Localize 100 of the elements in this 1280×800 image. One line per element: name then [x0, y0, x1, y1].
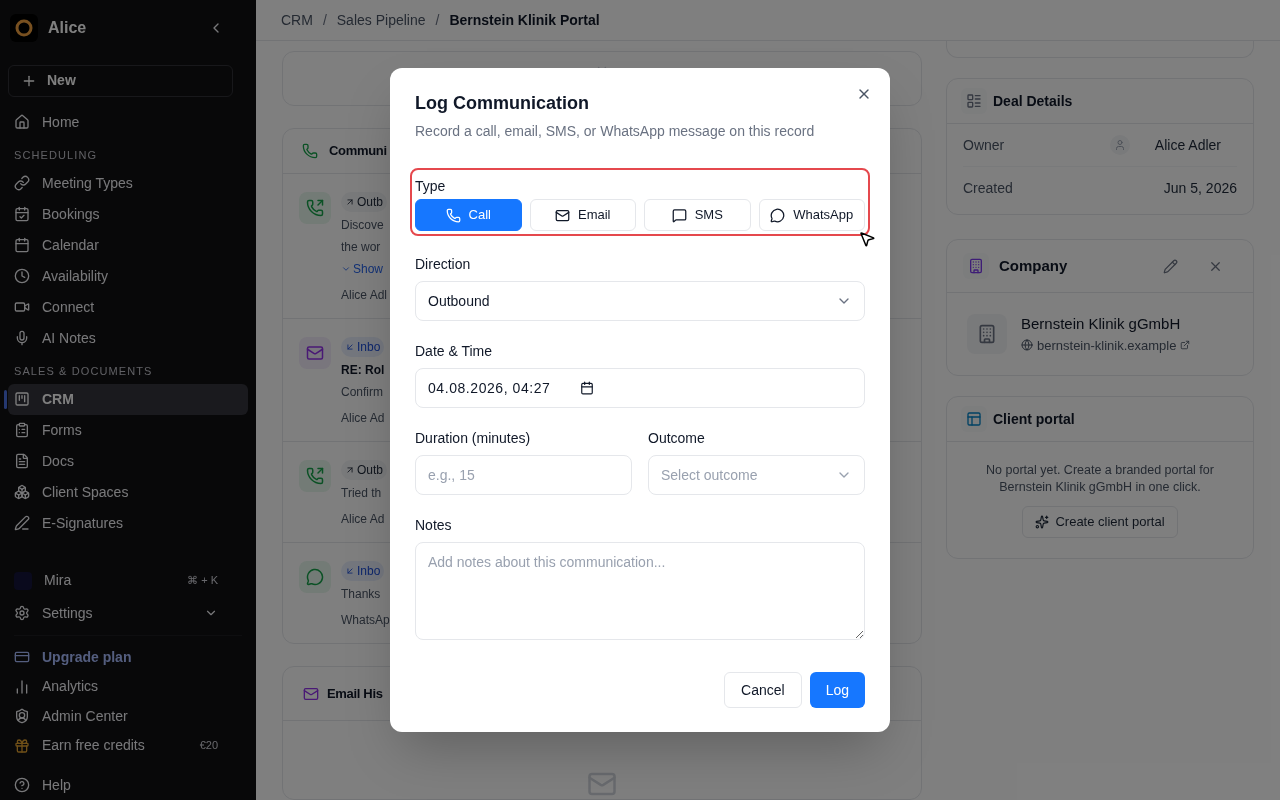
- breadcrumb-link[interactable]: CRM: [281, 9, 313, 31]
- notes-field[interactable]: Add notes about this communication...: [415, 542, 865, 640]
- card-title: Email His: [327, 684, 383, 703]
- phone-icon: [302, 143, 318, 159]
- empty-message: No portal yet. Create a branded portal for Bernstein Klinik gGmbH in one click.: [985, 462, 1215, 496]
- sidebar-item[interactable]: Client Spaces: [8, 476, 248, 508]
- entry-meta: Alice Ad: [341, 410, 385, 427]
- microphone-icon: [14, 330, 30, 347]
- kanban-icon: [14, 391, 30, 408]
- entry-text: Thanks: [341, 586, 382, 603]
- section-heading: SALES & DOCUMENTS: [13, 364, 154, 380]
- entry-text: Confirm: [341, 384, 384, 401]
- field-value: Jun 5, 2026: [1163, 179, 1237, 198]
- sparkle-icon: [1035, 515, 1050, 529]
- external-link-icon[interactable]: [1180, 340, 1191, 351]
- type-option[interactable]: Call: [415, 199, 522, 231]
- calendar-icon: [14, 237, 30, 254]
- website-link[interactable]: bernstein-klinik.example: [1037, 335, 1177, 355]
- chat-icon: [770, 207, 786, 223]
- credit-amount: €20: [199, 738, 218, 754]
- building-icon: [977, 324, 997, 344]
- entry-text: Discove: [341, 217, 385, 234]
- field-label: Date & Time: [415, 342, 494, 361]
- entry-text: the wor: [341, 239, 382, 256]
- card-title: Communi: [329, 142, 387, 161]
- entry-text: Tried th: [341, 485, 383, 502]
- workspace-name: Alice: [48, 17, 87, 38]
- calendar-check-icon: [14, 206, 30, 223]
- shortcut-hint: ⌘ + K: [187, 573, 218, 589]
- sidebar-item[interactable]: Meeting Types: [8, 167, 248, 199]
- sidebar-item[interactable]: Connect: [8, 291, 248, 323]
- breadcrumb-separator: /: [435, 10, 440, 30]
- phone-icon: [445, 207, 461, 223]
- sidebar-item[interactable]: Admin Center: [8, 701, 248, 731]
- link-icon: [14, 175, 30, 192]
- type-option[interactable]: Email: [529, 199, 636, 231]
- sidebar-item[interactable]: AI Notes: [8, 322, 248, 354]
- sidebar-item[interactable]: Home: [8, 106, 248, 138]
- sidebar-item[interactable]: Bookings: [8, 198, 248, 230]
- type-option[interactable]: SMS: [644, 199, 751, 231]
- edit-icon[interactable]: [1163, 258, 1178, 274]
- datetime-field[interactable]: 04.08.2026, 04:27: [415, 368, 865, 408]
- sidebar-item[interactable]: Settings: [8, 596, 248, 630]
- entry-title: RE: Rol: [341, 362, 385, 379]
- field-label: Owner: [963, 135, 1005, 155]
- mail-icon: [306, 344, 324, 362]
- field-value: Alice Adler: [1154, 135, 1221, 155]
- entry-meta: WhatsAp: [341, 612, 390, 629]
- log-button[interactable]: Log: [809, 672, 865, 708]
- outcome-select[interactable]: Select outcome: [648, 455, 865, 495]
- home-icon: [14, 114, 30, 131]
- card-title: Deal Details: [993, 91, 1073, 111]
- new-button[interactable]: New: [8, 65, 233, 97]
- sidebar-item[interactable]: Docs: [8, 445, 248, 477]
- direction-badge: Outb: [341, 192, 387, 212]
- field-label: Duration (minutes): [415, 429, 532, 448]
- breadcrumb-link[interactable]: Bernstein Klinik Portal: [449, 9, 600, 31]
- globe-icon: [1021, 339, 1033, 352]
- entry-meta: Alice Adl: [341, 287, 388, 304]
- field-label: Notes: [415, 516, 453, 535]
- direction-badge: Outb: [341, 460, 387, 480]
- clipboard-icon: [14, 422, 30, 439]
- breadcrumb-link[interactable]: Sales Pipeline: [336, 9, 426, 31]
- field-label: Direction: [415, 255, 472, 274]
- duration-field[interactable]: e.g., 15: [415, 455, 632, 495]
- show-more-link[interactable]: Show: [341, 260, 388, 278]
- cancel-button[interactable]: Cancel: [724, 672, 802, 708]
- create-portal-button[interactable]: Create client portal: [1022, 506, 1178, 538]
- help-icon: [14, 777, 30, 794]
- gift-icon: [14, 737, 30, 754]
- breadcrumb-separator: /: [322, 10, 327, 30]
- shield-user-icon: [14, 708, 30, 725]
- phone-icon: [306, 467, 324, 485]
- calendar-icon[interactable]: [580, 381, 595, 395]
- field-label: Created: [963, 179, 1013, 198]
- sidebar-item[interactable]: Calendar: [8, 229, 248, 261]
- app-logo: [10, 13, 38, 42]
- chat-icon: [306, 568, 324, 586]
- arrow-up-right-icon: [345, 197, 355, 207]
- sidebar-item[interactable]: Forms: [8, 414, 248, 446]
- sidebar-item[interactable]: Analytics: [8, 671, 248, 702]
- sidebar-item[interactable]: E-Signatures: [8, 507, 248, 539]
- type-option[interactable]: WhatsApp: [758, 199, 865, 231]
- sidebar-item[interactable]: Mira ⌘ + K: [8, 564, 248, 597]
- sidebar-item[interactable]: Upgrade plan: [8, 642, 248, 672]
- layout-icon: [966, 411, 982, 427]
- clock-icon: [14, 268, 30, 285]
- sidebar-item[interactable]: Earn free credits €20: [8, 730, 248, 761]
- bar-chart-icon: [14, 678, 30, 695]
- settings-icon: [14, 605, 30, 622]
- sidebar-item[interactable]: Availability: [8, 260, 248, 292]
- arrow-up-right-icon: [345, 465, 355, 475]
- direction-badge: Inbo: [341, 561, 385, 581]
- mail-icon: [303, 685, 319, 702]
- direction-badge: Inbo: [341, 337, 385, 357]
- card-title: Company: [999, 255, 1068, 276]
- field-label: Outcome: [648, 429, 706, 448]
- sidebar-item[interactable]: Help: [8, 770, 248, 800]
- section-heading: SCHEDULING: [13, 148, 99, 164]
- direction-select[interactable]: Outbound: [415, 281, 865, 321]
